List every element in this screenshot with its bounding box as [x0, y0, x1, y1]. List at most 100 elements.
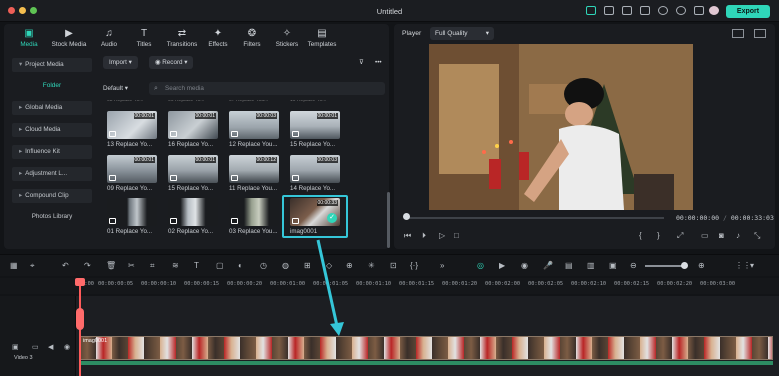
redo-icon[interactable]: ↷: [84, 261, 91, 270]
media-item[interactable]: 00:00:01 15 Replace Yo...: [168, 155, 222, 192]
record-button[interactable]: ◉ Record ▾: [149, 56, 194, 69]
monitor-output-icon[interactable]: ▭: [701, 231, 709, 240]
picture-icon[interactable]: ▣: [609, 261, 617, 270]
zoom-in-icon[interactable]: ⊕: [698, 261, 705, 270]
avatar[interactable]: [709, 6, 719, 15]
grid-view-icon[interactable]: ⋮⋮: [735, 261, 751, 270]
crop-icon[interactable]: ⌗: [150, 261, 155, 271]
sidebar-item-folder[interactable]: Folder: [12, 79, 92, 93]
media-item[interactable]: 00:00:01 15 Replace Yo...: [290, 111, 344, 148]
expand-icon[interactable]: ⤡: [754, 231, 760, 241]
media-item[interactable]: 00:00:01 16 Replace Yo...: [168, 111, 222, 148]
eye-icon[interactable]: ◉: [64, 343, 70, 351]
mark-out-icon[interactable]: }: [657, 231, 660, 240]
playback-scrubber[interactable]: [406, 217, 664, 219]
sidebar-item-adjustment-layer[interactable]: ▸ Adjustment L...: [12, 167, 92, 181]
clip-frame: [720, 337, 736, 359]
play-timeline-icon[interactable]: ▶: [499, 261, 505, 270]
media-item[interactable]: 02 Replace Yo...: [168, 198, 222, 235]
layout-icon[interactable]: ▦: [10, 261, 18, 270]
media-item[interactable]: 00:00:12 11 Replace You...: [229, 155, 283, 192]
headset-icon[interactable]: [676, 6, 686, 15]
split-icon[interactable]: ✂: [128, 261, 135, 270]
cloud-upload-icon[interactable]: [658, 6, 668, 15]
media-item[interactable]: 00:00:03 12 Replace You...: [229, 111, 283, 148]
grid-icon[interactable]: [694, 6, 704, 15]
detach-icon[interactable]: ⊡: [390, 261, 397, 270]
monitor-icon[interactable]: [604, 6, 614, 15]
video-preview[interactable]: [429, 44, 693, 210]
stop-icon[interactable]: □: [454, 231, 459, 240]
zoom-slider[interactable]: [645, 265, 685, 267]
filter-icon[interactable]: ⊽: [353, 56, 370, 69]
play-icon[interactable]: ▷: [439, 231, 445, 240]
timeline-clip[interactable]: imag0001: [79, 336, 773, 360]
import-button[interactable]: Import ▾: [103, 56, 138, 69]
tab-titles[interactable]: T Titles: [123, 27, 165, 53]
more-tools-icon[interactable]: »: [440, 261, 444, 270]
film-icon[interactable]: ▥: [587, 261, 595, 270]
shield-icon[interactable]: ◉: [521, 261, 528, 270]
camera-snapshot-icon[interactable]: ◙: [719, 231, 724, 240]
zoom-slider-handle[interactable]: [681, 262, 688, 269]
volume-icon[interactable]: ♪: [736, 231, 740, 240]
audio-split-icon[interactable]: ≋: [172, 261, 179, 270]
media-item[interactable]: 01 Replace Yo...: [107, 198, 161, 235]
image-icon: [109, 218, 116, 224]
mark-in-icon[interactable]: {: [639, 231, 642, 240]
previous-frame-icon[interactable]: ⏮: [404, 231, 411, 241]
sidebar-item-global-media[interactable]: ▸ Global Media: [12, 101, 92, 115]
speaker-icon[interactable]: ◀: [48, 343, 53, 351]
frame-icon[interactable]: ▢: [216, 261, 224, 270]
mask-icon[interactable]: ◐: [238, 261, 243, 270]
timeline-ruler[interactable]: 00:00 00:00:00:05 00:00:00:10 00:00:00:1…: [0, 278, 779, 294]
undo-icon[interactable]: ↶: [62, 261, 69, 270]
voiceover-icon[interactable]: ▤: [565, 261, 573, 270]
sidebar-item-project-media[interactable]: ▾ Project Media: [12, 58, 92, 72]
media-item[interactable]: 00:00:03 14 Replace Yo...: [290, 155, 344, 192]
snapshot-view-icon[interactable]: [754, 29, 766, 38]
scrubber-handle[interactable]: [403, 213, 410, 220]
zoom-out-icon[interactable]: ⊖: [630, 261, 637, 270]
clip-frame: [224, 337, 240, 359]
color-icon[interactable]: ◍: [282, 261, 289, 270]
speed-icon[interactable]: ◷: [260, 261, 267, 270]
microphone-icon[interactable]: 🎤: [543, 261, 553, 270]
save-icon[interactable]: [640, 6, 650, 15]
step-play-icon[interactable]: ⏵: [422, 231, 426, 241]
delete-icon[interactable]: 🗑: [106, 261, 116, 270]
tab-media[interactable]: ▣ Media: [8, 27, 50, 53]
render-icon[interactable]: ◎: [477, 261, 484, 270]
media-item[interactable]: 03 Replace You...: [229, 198, 283, 235]
playhead-knob[interactable]: [76, 308, 84, 330]
sidebar-item-compound-clip[interactable]: ▸ Compound Clip: [12, 189, 92, 203]
fullscreen-icon[interactable]: ⤢: [677, 231, 683, 241]
media-thumbnail: [107, 198, 157, 226]
tab-templates[interactable]: ▤ Templates: [301, 27, 343, 53]
media-item[interactable]: 00:00:01 09 Replace Yo...: [107, 155, 161, 192]
scale-icon[interactable]: {·}: [410, 261, 418, 270]
media-scrollbar[interactable]: [387, 192, 390, 248]
more-options-icon[interactable]: •••: [369, 56, 388, 69]
gift-icon[interactable]: [586, 6, 596, 15]
search-input[interactable]: ⌕ Search media: [149, 82, 385, 95]
export-button[interactable]: Export: [726, 5, 770, 18]
select-tool-icon[interactable]: ⌖: [30, 261, 35, 271]
clip-audio-bar: [79, 361, 773, 365]
tab-stock-media[interactable]: ▶ Stock Media: [48, 27, 90, 53]
sort-dropdown[interactable]: Default ▾: [103, 82, 128, 95]
ai-tools-icon[interactable]: ✳: [368, 261, 375, 270]
sidebar-item-influence-kit[interactable]: ▸ Influence Kit: [12, 145, 92, 159]
text-icon[interactable]: T: [194, 261, 199, 270]
folder-icon[interactable]: ▭: [32, 343, 39, 351]
track-video-icon[interactable]: ▣: [12, 343, 19, 351]
chevron-down-icon[interactable]: ▾: [750, 261, 754, 270]
sidebar-item-cloud-media[interactable]: ▸ Cloud Media: [12, 123, 92, 137]
media-window-icon[interactable]: [622, 6, 632, 15]
sidebar-item-photos-library[interactable]: Photos Library: [12, 210, 92, 224]
media-item[interactable]: 00:00:01 13 Replace Yo...: [107, 111, 161, 148]
playhead-handle[interactable]: [75, 278, 85, 286]
quality-dropdown[interactable]: Full Quality ▾: [430, 27, 494, 40]
clip-frame: [512, 337, 528, 359]
split-view-icon[interactable]: [732, 29, 744, 38]
